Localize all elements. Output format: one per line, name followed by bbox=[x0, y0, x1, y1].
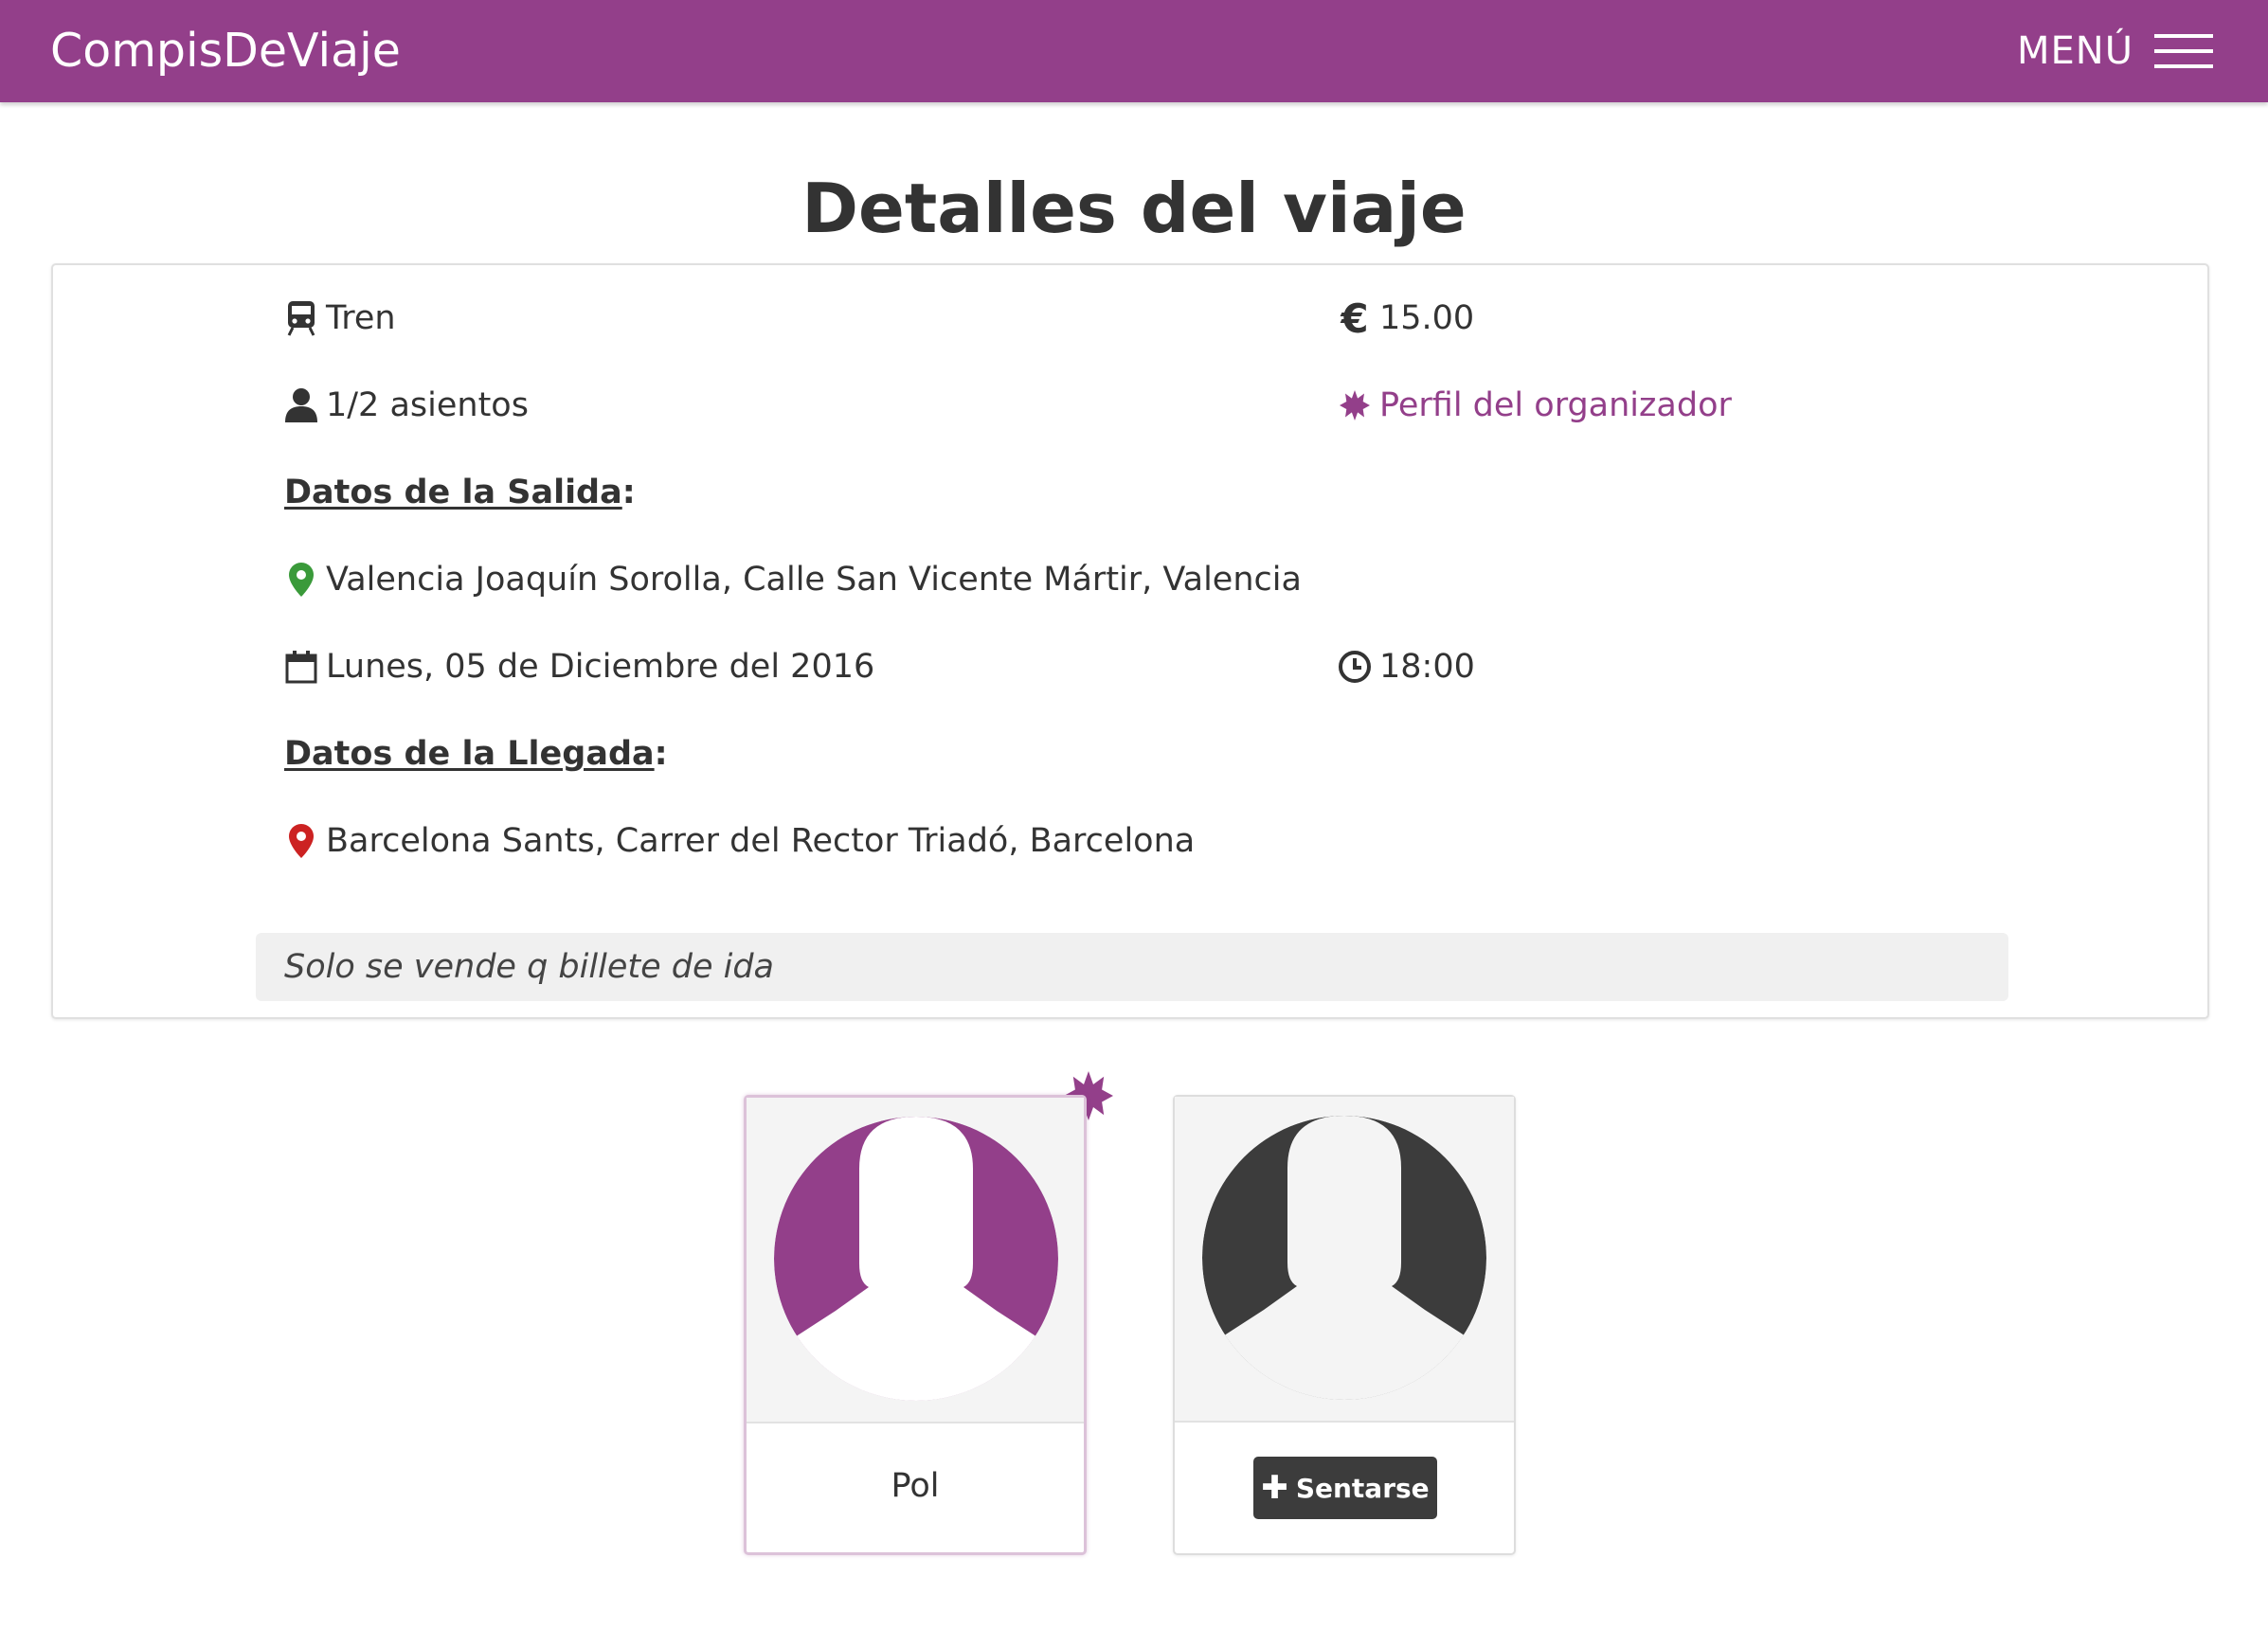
sit-down-button[interactable]: ✚ Sentarse bbox=[1253, 1457, 1437, 1519]
departure-location: Valencia Joaquín Sorolla, Calle San Vice… bbox=[326, 561, 1302, 599]
clock-icon bbox=[1338, 648, 1372, 686]
transport-label: Tren bbox=[326, 299, 396, 337]
avatar-silhouette-icon bbox=[1202, 1116, 1486, 1400]
train-icon bbox=[284, 299, 318, 337]
map-marker-icon bbox=[284, 561, 318, 599]
seats-row: 1/2 asientos bbox=[284, 386, 529, 424]
seat-card-empty: ✚ Sentarse bbox=[1173, 1095, 1516, 1555]
departure-date: Lunes, 05 de Diciembre del 2016 bbox=[326, 648, 875, 686]
arrival-heading: Datos de la Llegada: bbox=[284, 735, 668, 773]
organizer-profile-link[interactable]: Perfil del organizador bbox=[1338, 386, 1732, 424]
sit-down-label: Sentarse bbox=[1295, 1472, 1430, 1504]
menu-label: MENÚ bbox=[2017, 29, 2133, 73]
departure-heading-text: Datos de la Salida bbox=[284, 474, 622, 511]
seats-label: 1/2 asientos bbox=[326, 386, 529, 424]
arrival-heading-colon: : bbox=[654, 735, 668, 773]
departure-heading: Datos de la Salida: bbox=[284, 474, 636, 511]
departure-location-row: Valencia Joaquín Sorolla, Calle San Vice… bbox=[284, 561, 1302, 599]
seat-card-pol[interactable]: Pol bbox=[744, 1095, 1087, 1555]
transport-row: Tren bbox=[284, 299, 396, 337]
arrival-location: Barcelona Sants, Carrer del Rector Triad… bbox=[326, 822, 1196, 860]
passenger-name: Pol bbox=[891, 1467, 940, 1505]
hamburger-icon bbox=[2154, 34, 2213, 68]
map-marker-icon bbox=[284, 822, 318, 860]
user-icon bbox=[284, 386, 318, 424]
trip-notes: Solo se vende q billete de ida bbox=[256, 933, 2008, 1001]
price-row: € 15.00 bbox=[1338, 295, 1475, 342]
organizer-link-label: Perfil del organizador bbox=[1379, 386, 1732, 424]
passenger-avatar bbox=[747, 1098, 1084, 1423]
euro-icon: € bbox=[1341, 295, 1369, 342]
departure-time: 18:00 bbox=[1379, 648, 1475, 686]
calendar-icon bbox=[284, 648, 318, 686]
organizer-badge-icon bbox=[1338, 386, 1372, 424]
top-navbar: CompisDeViaje MENÚ bbox=[0, 0, 2268, 102]
departure-time-row: 18:00 bbox=[1338, 648, 1475, 686]
plus-icon: ✚ bbox=[1261, 1469, 1288, 1507]
arrival-location-row: Barcelona Sants, Carrer del Rector Triad… bbox=[284, 822, 1195, 860]
brand-logo-link[interactable]: CompisDeViaje bbox=[50, 23, 401, 80]
arrival-heading-text: Datos de la Llegada bbox=[284, 735, 655, 773]
avatar-silhouette-icon bbox=[774, 1117, 1058, 1401]
page-title: Detalles del viaje bbox=[801, 169, 1467, 248]
trip-details-panel: Tren € 15.00 1/2 asientos Perfil del org… bbox=[51, 263, 2209, 1019]
menu-toggle-button[interactable]: MENÚ bbox=[2017, 23, 2213, 80]
departure-heading-colon: : bbox=[621, 474, 636, 511]
price-value: 15.00 bbox=[1379, 299, 1475, 337]
empty-seat-avatar bbox=[1175, 1097, 1514, 1423]
departure-date-row: Lunes, 05 de Diciembre del 2016 bbox=[284, 648, 874, 686]
